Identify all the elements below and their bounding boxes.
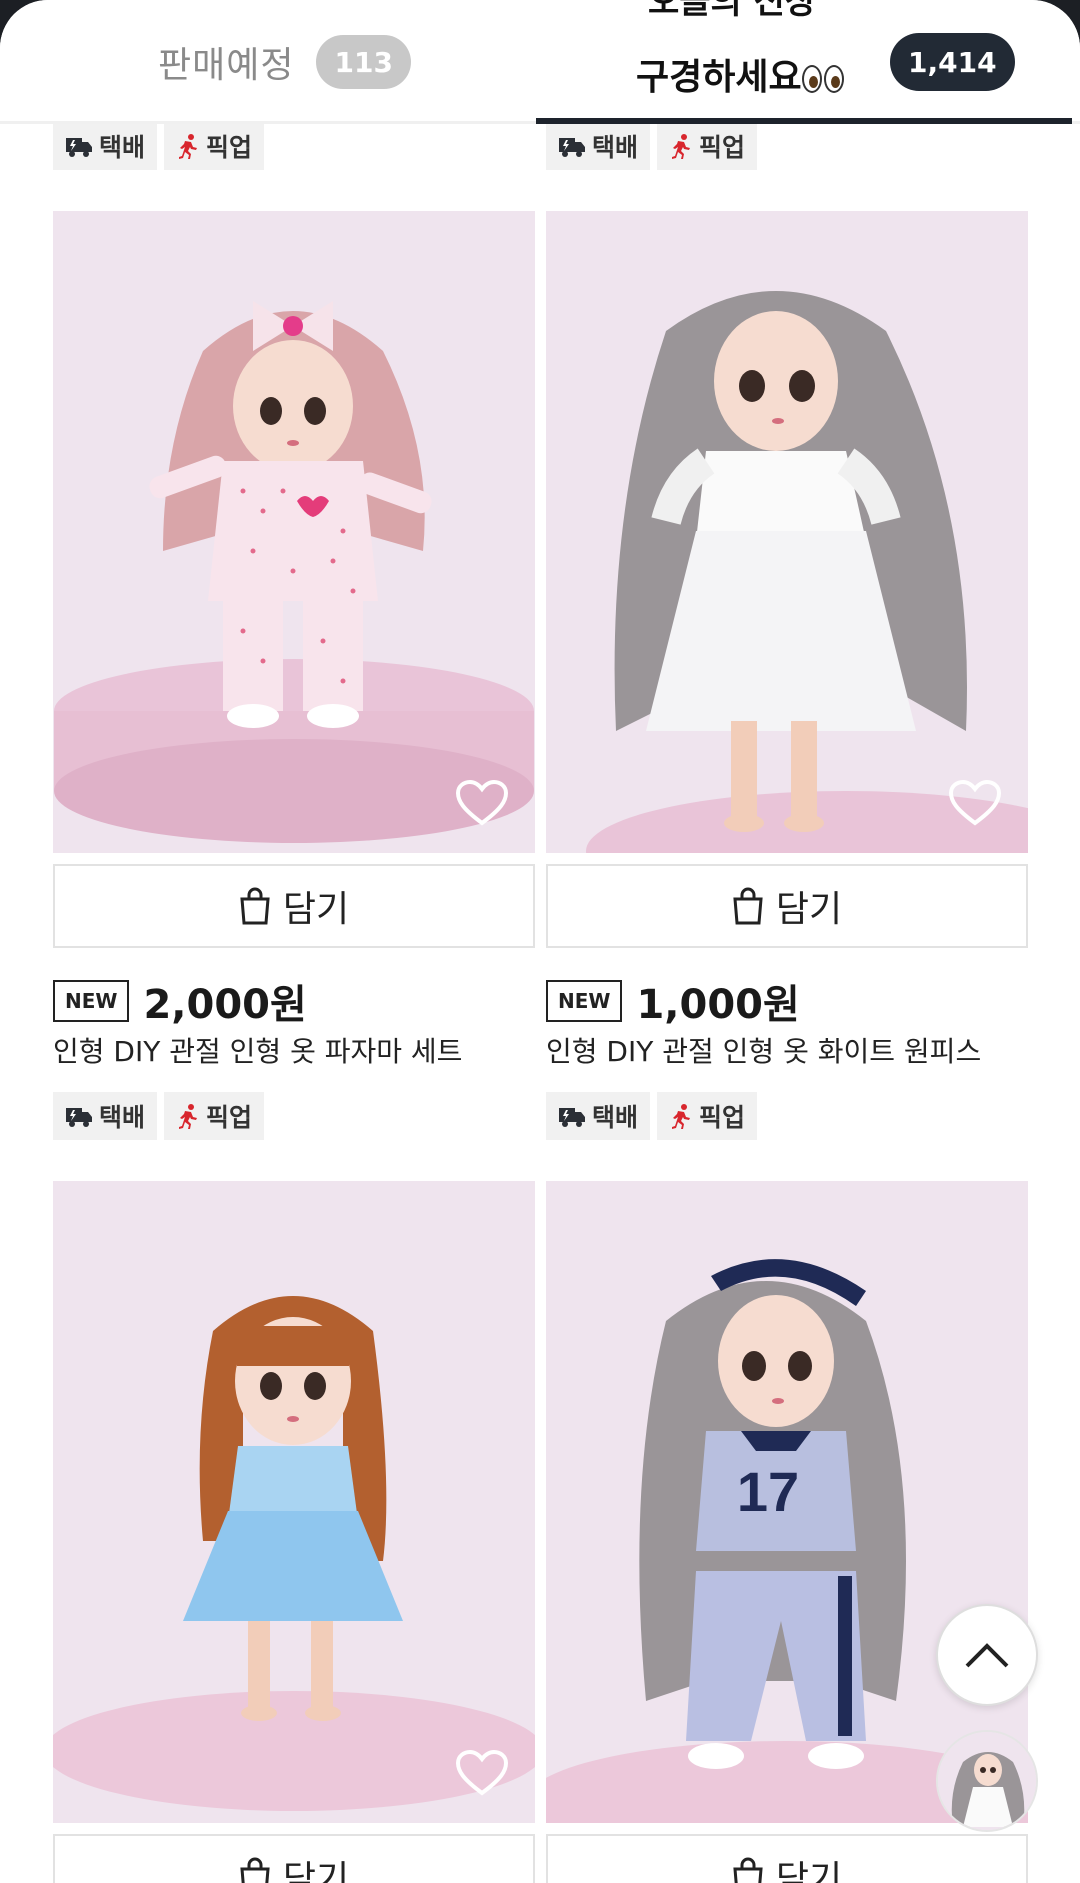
heart-icon[interactable] <box>948 779 1002 827</box>
pickup-tag: 픽업 <box>164 122 265 170</box>
delivery-tag: 택배 <box>546 122 651 170</box>
product-price: 2,000원 <box>143 982 307 1028</box>
truck-icon <box>66 138 92 157</box>
add-to-cart-label: 담기 <box>282 1859 350 1883</box>
pickup-tag: 픽업 <box>657 1092 758 1140</box>
tab-title-line1: 오늘의 신상 <box>648 0 817 22</box>
shopping-bag-icon <box>733 887 763 925</box>
pickup-tag-label: 픽업 <box>699 1103 746 1132</box>
delivery-tags: 택배 픽업 <box>53 122 265 170</box>
add-to-cart-button[interactable]: 담기 <box>53 864 535 948</box>
pickup-tag-label: 픽업 <box>206 1103 253 1132</box>
active-tab-indicator <box>536 118 1072 124</box>
delivery-tags: 택배 픽업 <box>546 1092 758 1140</box>
product-image[interactable] <box>546 211 1028 853</box>
scroll-to-top-button[interactable] <box>936 1604 1038 1706</box>
tab-title-line2-text: 구경하세요 <box>636 57 802 98</box>
truck-icon <box>66 1108 92 1127</box>
new-badge: NEW <box>53 980 130 1022</box>
shopping-bag-icon <box>733 1857 763 1883</box>
add-to-cart-button[interactable]: 담기 <box>53 1834 535 1883</box>
recent-product-thumbnail[interactable] <box>936 1730 1038 1832</box>
pickup-tag-label: 픽업 <box>206 133 253 162</box>
tab-bar: 판매예정 113 오늘의 신상 구경하세요 1,414 <box>0 0 1080 124</box>
new-badge: NEW <box>546 980 623 1022</box>
truck-icon <box>559 138 585 157</box>
add-to-cart-button[interactable]: 담기 <box>546 1834 1028 1883</box>
delivery-tag-label: 택배 <box>592 133 639 162</box>
add-to-cart-label: 담기 <box>775 889 843 930</box>
delivery-tags: 택배 픽업 <box>53 1092 265 1140</box>
runner-icon <box>672 134 691 159</box>
tab-new-arrivals-count: 1,414 <box>890 33 1015 91</box>
product-name[interactable]: 인형 DIY 관절 인형 옷 화이트 원피스 <box>546 1030 981 1070</box>
delivery-tag: 택배 <box>53 1092 158 1140</box>
tab-title-line2: 구경하세요 <box>636 56 846 100</box>
shopping-bag-icon <box>240 887 270 925</box>
runner-icon <box>179 134 198 159</box>
chevron-up-icon <box>965 1643 1009 1668</box>
tab-new-arrivals[interactable]: 오늘의 신상 구경하세요 1,414 <box>636 0 1015 124</box>
tab-new-arrivals-title: 오늘의 신상 구경하세요 <box>636 0 868 124</box>
pickup-tag: 픽업 <box>164 1092 265 1140</box>
svg-text:17: 17 <box>737 1460 799 1523</box>
product-price: 1,000원 <box>636 982 800 1028</box>
pickup-tag: 픽업 <box>657 122 758 170</box>
tab-upcoming-label: 판매예정 <box>158 45 295 86</box>
product-name[interactable]: 인형 DIY 관절 인형 옷 파자마 세트 <box>53 1030 462 1070</box>
shopping-bag-icon <box>240 1857 270 1883</box>
add-to-cart-label: 담기 <box>282 889 350 930</box>
delivery-tags: 택배 픽업 <box>546 122 758 170</box>
eyes-emoji-icon <box>801 65 846 93</box>
heart-icon[interactable] <box>455 779 509 827</box>
price-row: NEW 1,000원 <box>546 972 800 1030</box>
product-sheet: 판매예정 113 오늘의 신상 구경하세요 1,414 택배 픽업 택배 픽업 … <box>0 0 1080 1883</box>
heart-icon[interactable] <box>455 1749 509 1797</box>
price-row: NEW 2,000원 <box>53 972 307 1030</box>
product-image[interactable] <box>53 211 535 853</box>
runner-icon <box>179 1104 198 1129</box>
delivery-tag: 택배 <box>546 1092 651 1140</box>
truck-icon <box>559 1108 585 1127</box>
delivery-tag: 택배 <box>53 122 158 170</box>
delivery-tag-label: 택배 <box>99 133 146 162</box>
pickup-tag-label: 픽업 <box>699 133 746 162</box>
tab-upcoming[interactable]: 판매예정 113 <box>158 0 411 124</box>
product-image[interactable]: 17 <box>546 1181 1028 1823</box>
add-to-cart-label: 담기 <box>775 1859 843 1883</box>
delivery-tag-label: 택배 <box>592 1103 639 1132</box>
add-to-cart-button[interactable]: 담기 <box>546 864 1028 948</box>
tab-upcoming-count: 113 <box>316 35 411 89</box>
runner-icon <box>672 1104 691 1129</box>
product-image[interactable] <box>53 1181 535 1823</box>
delivery-tag-label: 택배 <box>99 1103 146 1132</box>
